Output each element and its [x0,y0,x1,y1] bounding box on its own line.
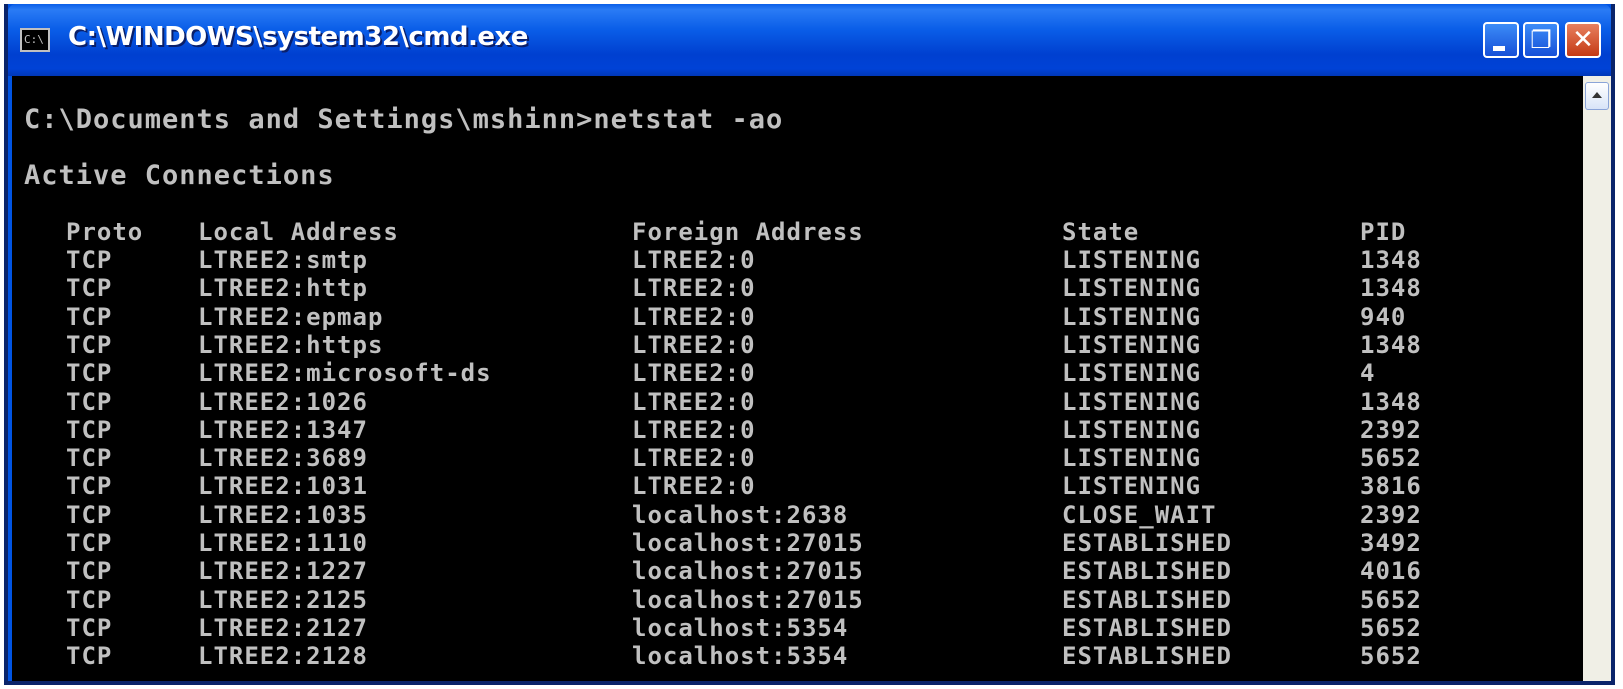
cell-proto: TCP [66,586,113,614]
cell-state: LISTENING [1062,246,1202,274]
cell-local: LTREE2:1035 [198,501,368,529]
cmd-icon-label: C:\ [24,33,44,46]
cell-foreign: LTREE2:0 [632,388,756,416]
scroll-up-button[interactable] [1585,82,1609,110]
cell-local: LTREE2:2128 [198,642,368,670]
cell-state: LISTENING [1062,416,1202,444]
cell-foreign: localhost:5354 [632,642,849,670]
cell-state: LISTENING [1062,274,1202,302]
header-foreign-address: Foreign Address [632,218,864,246]
close-button[interactable]: ✕ [1565,22,1601,58]
cell-foreign: LTREE2:0 [632,416,756,444]
cell-local: LTREE2:3689 [198,444,368,472]
cell-proto: TCP [66,246,113,274]
cell-proto: TCP [66,501,113,529]
cell-foreign: LTREE2:0 [632,303,756,331]
cell-local: LTREE2:1110 [198,529,368,557]
cell-foreign: LTREE2:0 [632,472,756,500]
cell-pid: 1348 [1360,274,1422,302]
cell-local: LTREE2:1227 [198,557,368,585]
cell-pid: 1348 [1360,388,1422,416]
cell-state: ESTABLISHED [1062,557,1232,585]
cell-foreign: LTREE2:0 [632,274,756,302]
cell-proto: TCP [66,444,113,472]
cell-local: LTREE2:2125 [198,586,368,614]
window-title: C:\WINDOWS\system32\cmd.exe [68,22,528,52]
cell-proto: TCP [66,529,113,557]
cell-state: ESTABLISHED [1062,529,1232,557]
minimize-button[interactable] [1483,22,1519,58]
cell-pid: 1348 [1360,331,1422,359]
cell-pid: 1348 [1360,246,1422,274]
cell-foreign: localhost:27015 [632,586,864,614]
close-icon: ✕ [1572,25,1594,55]
cell-foreign: LTREE2:0 [632,359,756,387]
header-local-address: Local Address [198,218,399,246]
cell-foreign: LTREE2:0 [632,246,756,274]
cell-state: LISTENING [1062,388,1202,416]
cell-local: LTREE2:http [198,274,368,302]
command-line: C:\Documents and Settings\mshinn>netstat… [24,104,784,135]
cell-proto: TCP [66,359,113,387]
cell-pid: 5652 [1360,586,1422,614]
cell-state: LISTENING [1062,303,1202,331]
cell-pid: 5652 [1360,642,1422,670]
cell-local: LTREE2:2127 [198,614,368,642]
cell-state: LISTENING [1062,359,1202,387]
cell-foreign: localhost:5354 [632,614,849,642]
cell-pid: 5652 [1360,444,1422,472]
cell-foreign: localhost:27015 [632,557,864,585]
cell-state: ESTABLISHED [1062,614,1232,642]
maximize-button[interactable]: ❐ [1523,22,1559,58]
cell-pid: 4016 [1360,557,1422,585]
vertical-scrollbar[interactable] [1583,76,1611,681]
cmd-window: C:\ C:\WINDOWS\system32\cmd.exe ❐ ✕ C:\D… [4,4,1615,685]
header-pid: PID [1360,218,1407,246]
cell-proto: TCP [66,416,113,444]
cell-state: ESTABLISHED [1062,586,1232,614]
cell-proto: TCP [66,557,113,585]
cell-state: ESTABLISHED [1062,642,1232,670]
header-proto: Proto [66,218,144,246]
cell-state: LISTENING [1062,444,1202,472]
cell-proto: TCP [66,642,113,670]
cell-local: LTREE2:1031 [198,472,368,500]
cell-foreign: LTREE2:0 [632,331,756,359]
cell-pid: 4 [1360,359,1376,387]
cell-state: LISTENING [1062,472,1202,500]
cell-pid: 5652 [1360,614,1422,642]
cell-proto: TCP [66,331,113,359]
cell-proto: TCP [66,274,113,302]
cell-local: LTREE2:1347 [198,416,368,444]
cell-proto: TCP [66,303,113,331]
maximize-icon: ❐ [1530,26,1552,54]
cell-pid: 3816 [1360,472,1422,500]
cell-state: CLOSE_WAIT [1062,501,1217,529]
console-output[interactable]: C:\Documents and Settings\mshinn>netstat… [12,76,1583,681]
cell-pid: 2392 [1360,416,1422,444]
cmd-icon[interactable]: C:\ [20,28,50,52]
cell-local: LTREE2:1026 [198,388,368,416]
cell-local: LTREE2:smtp [198,246,368,274]
cell-proto: TCP [66,614,113,642]
cell-foreign: localhost:2638 [632,501,849,529]
cell-pid: 940 [1360,303,1407,331]
scroll-up-arrow-icon [1592,92,1602,98]
cell-foreign: localhost:27015 [632,529,864,557]
cell-local: LTREE2:https [198,331,384,359]
section-title: Active Connections [24,160,335,191]
title-bar[interactable]: C:\ C:\WINDOWS\system32\cmd.exe ❐ ✕ [8,4,1611,76]
cell-state: LISTENING [1062,331,1202,359]
cell-local: LTREE2:microsoft-ds [198,359,492,387]
cell-local: LTREE2:epmap [198,303,384,331]
cell-pid: 2392 [1360,501,1422,529]
cell-foreign: LTREE2:0 [632,444,756,472]
cell-pid: 3492 [1360,529,1422,557]
header-state: State [1062,218,1140,246]
cell-proto: TCP [66,388,113,416]
minimize-icon [1493,46,1505,51]
cell-proto: TCP [66,472,113,500]
